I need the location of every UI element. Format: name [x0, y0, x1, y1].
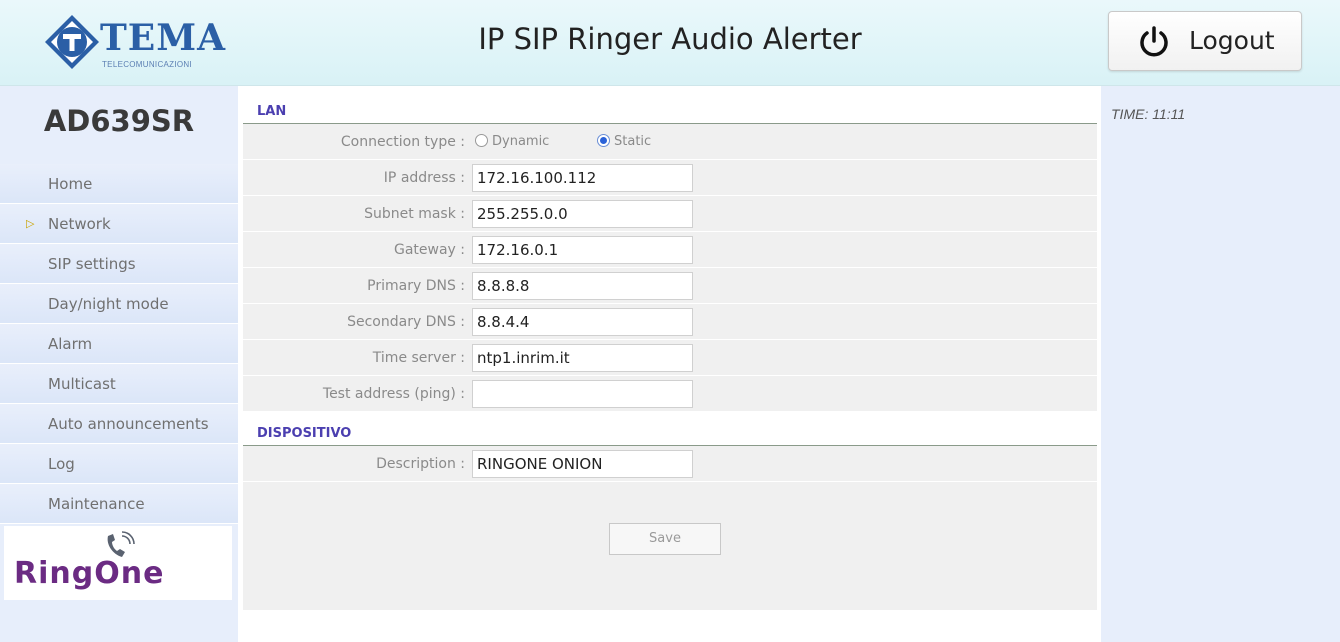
sidebar-menu: Home ▷ Network SIP settings Day/night mo… [0, 164, 238, 524]
subnet-mask-label: Subnet mask : [364, 206, 465, 222]
sidebar-item-day-night-mode[interactable]: Day/night mode [0, 284, 238, 324]
section-lan-header: LAN [243, 86, 1097, 124]
radio-dynamic-label: Dynamic [492, 134, 550, 149]
network-settings-form: LAN Connection type : Dynamic Static IP … [243, 86, 1097, 610]
test-address-input[interactable] [472, 380, 693, 408]
header-bar: TEMA TELECOMUNICAZIONI IP SIP Ringer Aud… [0, 0, 1340, 86]
ringone-logo-text: RingOne [14, 556, 165, 591]
section-dispositivo-title: DISPOSITIVO [257, 426, 352, 441]
sidebar-item-label: Home [48, 175, 93, 193]
sidebar-item-network[interactable]: ▷ Network [0, 204, 238, 244]
primary-dns-input[interactable]: 8.8.8.8 [472, 272, 693, 300]
subnet-mask-input[interactable]: 255.255.0.0 [472, 200, 693, 228]
logout-button[interactable]: Logout [1108, 11, 1302, 71]
power-icon [1140, 26, 1168, 57]
ip-address-input[interactable]: 172.16.100.112 [472, 164, 693, 192]
tema-diamond-logo-icon [45, 15, 99, 69]
time-server-input[interactable]: ntp1.inrim.it [472, 344, 693, 372]
sidebar-item-label: Multicast [48, 375, 116, 393]
row-description: Description : RINGONE ONION [243, 446, 1097, 482]
row-ip-address: IP address : 172.16.100.112 [243, 160, 1097, 196]
sidebar-item-auto-announcements[interactable]: Auto announcements [0, 404, 238, 444]
page-title: IP SIP Ringer Audio Alerter [478, 22, 862, 56]
sidebar-item-label: Maintenance [48, 495, 145, 513]
sidebar-item-label: Log [48, 455, 75, 473]
radio-dynamic-circle[interactable] [475, 134, 488, 147]
sidebar: AD639SR Home ▷ Network SIP settings Day/… [0, 86, 238, 642]
radio-static-circle[interactable] [597, 134, 610, 147]
row-primary-dns: Primary DNS : 8.8.8.8 [243, 268, 1097, 304]
row-connection-type: Connection type : Dynamic Static [243, 124, 1097, 160]
gateway-label: Gateway : [393, 242, 465, 258]
secondary-dns-label: Secondary DNS : [347, 314, 465, 330]
radio-static[interactable]: Static [597, 124, 651, 160]
row-secondary-dns: Secondary DNS : 8.8.4.4 [243, 304, 1097, 340]
sidebar-item-sip-settings[interactable]: SIP settings [0, 244, 238, 284]
time-server-label: Time server : [372, 350, 465, 366]
sidebar-item-label: Network [48, 215, 111, 233]
gateway-input[interactable]: 172.16.0.1 [472, 236, 693, 264]
sidebar-item-label: Day/night mode [48, 295, 169, 313]
primary-dns-label: Primary DNS : [367, 278, 465, 294]
sidebar-item-log[interactable]: Log [0, 444, 238, 484]
time-display: TIME: 11:11 [1111, 106, 1186, 122]
sidebar-item-home[interactable]: Home [0, 164, 238, 204]
description-label: Description : [376, 456, 465, 472]
sidebar-item-label: Auto announcements [48, 415, 209, 433]
device-model: AD639SR [43, 104, 195, 138]
secondary-dns-input[interactable]: 8.8.4.4 [472, 308, 693, 336]
description-input[interactable]: RINGONE ONION [472, 450, 693, 478]
section-lan-title: LAN [257, 104, 287, 119]
sidebar-item-alarm[interactable]: Alarm [0, 324, 238, 364]
sidebar-item-label: Alarm [48, 335, 93, 353]
sidebar-item-maintenance[interactable]: Maintenance [0, 484, 238, 524]
row-time-server: Time server : ntp1.inrim.it [243, 340, 1097, 376]
info-panel: TIME: 11:11 [1101, 86, 1340, 642]
row-gateway: Gateway : 172.16.0.1 [243, 232, 1097, 268]
ringone-logo: RingOne [4, 526, 232, 600]
radio-dynamic[interactable]: Dynamic [475, 124, 549, 160]
save-button[interactable]: Save [609, 523, 721, 555]
connection-type-label: Connection type : [340, 134, 465, 150]
sidebar-item-label: SIP settings [48, 255, 136, 273]
logo-brand-text: TEMA [100, 17, 227, 59]
test-address-label: Test address (ping) : [322, 386, 465, 402]
row-subnet-mask: Subnet mask : 255.255.0.0 [243, 196, 1097, 232]
tema-logo: TEMA TELECOMUNICAZIONI [36, 12, 236, 74]
logout-label: Logout [1189, 26, 1275, 55]
sidebar-item-multicast[interactable]: Multicast [0, 364, 238, 404]
ip-address-label: IP address : [383, 170, 465, 186]
radio-static-label: Static [614, 134, 652, 149]
section-dispositivo-header: DISPOSITIVO [243, 412, 1097, 446]
triangle-right-icon: ▷ [26, 217, 35, 230]
logo-subtitle: TELECOMUNICAZIONI [102, 60, 192, 69]
row-test-address: Test address (ping) : [243, 376, 1097, 412]
